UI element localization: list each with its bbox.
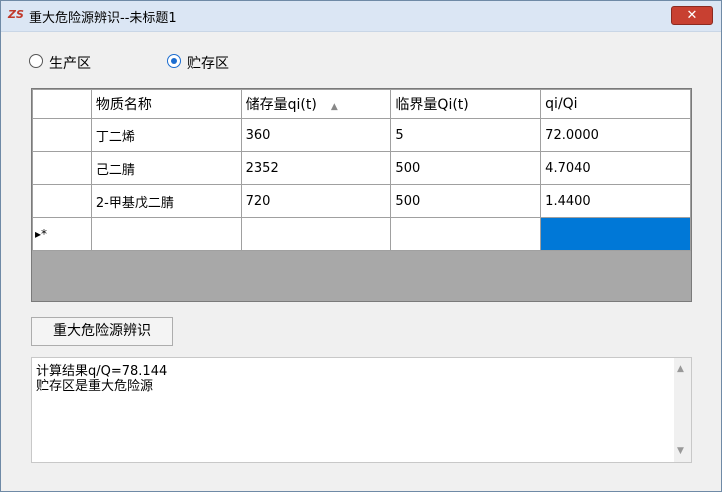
- table-row[interactable]: 己二腈 2352 500 4.7040: [32, 151, 691, 185]
- radio-on-icon[interactable]: [167, 54, 181, 68]
- main-window: ZS 重大危险源辨识--未标题1 ✕ 生产区 贮存区 物质名称 储存量qi(t)…: [0, 0, 722, 492]
- substance-grid[interactable]: 物质名称 储存量qi(t) ▲ 临界量Qi(t) qi/Qi 丁二烯 360 5 …: [31, 88, 692, 302]
- cell-new-substance[interactable]: [90, 217, 242, 251]
- cell-threshold[interactable]: 500: [390, 184, 542, 218]
- substance-table: 物质名称 储存量qi(t) ▲ 临界量Qi(t) qi/Qi 丁二烯 360 5 …: [32, 89, 691, 251]
- result-textbox[interactable]: 计算结果q/Q=78.144 贮存区是重大危险源 ▲ ▼: [31, 357, 692, 463]
- row-header-corner[interactable]: [32, 89, 92, 119]
- row-header[interactable]: [32, 151, 92, 185]
- column-header-substance[interactable]: 物质名称: [90, 89, 242, 119]
- cell-new-storage[interactable]: [240, 217, 392, 251]
- column-header-storage[interactable]: 储存量qi(t) ▲: [240, 89, 392, 119]
- app-icon: ZS: [8, 8, 24, 21]
- column-header-storage-label: 储存量qi(t): [245, 97, 317, 113]
- result-line-1: 计算结果q/Q=78.144: [36, 364, 168, 379]
- sort-ascending-icon: ▲: [330, 102, 338, 112]
- header-row: 物质名称 储存量qi(t) ▲ 临界量Qi(t) qi/Qi: [32, 89, 691, 119]
- cell-new-ratio-selected[interactable]: [540, 217, 691, 251]
- radio-storage[interactable]: 贮存区: [167, 53, 367, 73]
- title-bar[interactable]: ZS 重大危险源辨识--未标题1 ✕: [1, 1, 721, 32]
- cell-ratio[interactable]: 1.4400: [540, 184, 691, 218]
- close-button[interactable]: ✕: [671, 6, 713, 25]
- row-header[interactable]: [32, 118, 92, 152]
- table-row[interactable]: 丁二烯 360 5 72.0000: [32, 118, 691, 152]
- result-line-2: 贮存区是重大危险源: [36, 379, 154, 394]
- radio-production-label[interactable]: 生产区: [49, 53, 91, 73]
- cell-storage[interactable]: 720: [240, 184, 392, 218]
- radio-storage-label[interactable]: 贮存区: [187, 53, 229, 73]
- result-scrollbar[interactable]: ▲ ▼: [674, 358, 691, 462]
- result-text: 计算结果q/Q=78.144 贮存区是重大危险源: [36, 364, 167, 394]
- row-header[interactable]: [32, 184, 92, 218]
- radio-off-icon[interactable]: [29, 54, 43, 68]
- scroll-up-icon[interactable]: ▲: [677, 364, 684, 374]
- identify-button[interactable]: 重大危险源辨识: [31, 317, 173, 346]
- column-header-threshold[interactable]: 临界量Qi(t): [390, 89, 542, 119]
- new-row[interactable]: ▸*: [32, 217, 691, 251]
- new-row-marker-icon[interactable]: ▸*: [32, 217, 92, 251]
- cell-storage[interactable]: 360: [240, 118, 392, 152]
- cell-substance[interactable]: 己二腈: [90, 151, 242, 185]
- cell-ratio[interactable]: 72.0000: [540, 118, 691, 152]
- close-icon: ✕: [686, 8, 698, 23]
- cell-storage[interactable]: 2352: [240, 151, 392, 185]
- cell-threshold[interactable]: 5: [390, 118, 542, 152]
- window-title: 重大危险源辨识--未标题1: [29, 11, 177, 26]
- cell-threshold[interactable]: 500: [390, 151, 542, 185]
- column-header-ratio[interactable]: qi/Qi: [540, 89, 691, 119]
- scroll-down-icon[interactable]: ▼: [677, 446, 684, 456]
- cell-substance[interactable]: 2-甲基戊二腈: [90, 184, 242, 218]
- table-row[interactable]: 2-甲基戊二腈 720 500 1.4400: [32, 184, 691, 218]
- cell-ratio[interactable]: 4.7040: [540, 151, 691, 185]
- cell-substance[interactable]: 丁二烯: [90, 118, 242, 152]
- cell-new-threshold[interactable]: [390, 217, 542, 251]
